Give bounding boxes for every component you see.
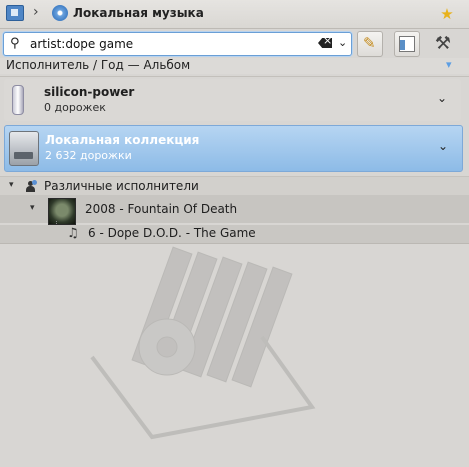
breadcrumb: › Локальная музыка ★ <box>0 0 469 29</box>
album-cover-icon <box>48 198 76 225</box>
chevron-down-icon[interactable]: ⌄ <box>338 36 347 49</box>
collection-panel: silicon-power 0 дорожек ⌄ Локальная колл… <box>0 76 469 440</box>
settings-tools-button[interactable]: ⚒ <box>431 32 455 56</box>
binoculars-icon: ⚲ <box>10 36 20 51</box>
toggle-view-button[interactable] <box>394 31 420 57</box>
star-icon[interactable]: ★ <box>437 4 457 24</box>
search-field[interactable]: ⚲ ⌄ <box>3 32 352 56</box>
collection-local[interactable]: Локальная коллекция 2 632 дорожки ⌄ <box>4 125 463 172</box>
track-label: 6 - Dope D.O.D. - The Game <box>88 226 256 240</box>
collapse-icon[interactable]: ▾ <box>9 180 14 190</box>
collection-name: silicon-power <box>44 85 135 99</box>
chevron-right-icon: › <box>33 4 39 20</box>
chevron-down-icon[interactable]: ▾ <box>446 58 452 71</box>
search-input[interactable] <box>30 35 310 52</box>
panel-icon <box>399 36 415 52</box>
usb-drive-icon <box>12 85 24 115</box>
edit-filters-button[interactable]: ✎ <box>357 31 383 57</box>
home-icon[interactable] <box>6 5 24 21</box>
collection-silicon-power[interactable]: silicon-power 0 дорожек ⌄ <box>4 79 461 121</box>
chevron-down-icon[interactable]: ⌄ <box>437 91 447 105</box>
tree-item-album[interactable]: ▾ 2008 - Fountain Of Death <box>0 195 469 225</box>
grouping-label: Исполнитель / Год — Альбом <box>6 58 191 72</box>
breadcrumb-title[interactable]: Локальная музыка <box>73 6 204 20</box>
chevron-down-icon[interactable]: ⌄ <box>438 139 448 153</box>
tools-icon: ⚒ <box>434 33 452 54</box>
search-toolbar: ⚲ ⌄ ✎ ⚒ <box>0 31 469 58</box>
clear-icon[interactable] <box>318 38 332 48</box>
local-music-icon <box>52 5 68 21</box>
tree-item-track[interactable]: ♫ 6 - Dope D.O.D. - The Game <box>0 225 469 244</box>
artist-icon <box>25 180 37 192</box>
artist-group-label: Различные исполнители <box>44 179 199 193</box>
grouping-levels[interactable]: Исполнитель / Год — Альбом ▾ <box>0 58 469 74</box>
collection-count: 0 дорожек <box>44 101 106 114</box>
collection-name: Локальная коллекция <box>45 133 200 147</box>
pencil-icon: ✎ <box>363 34 376 52</box>
music-note-icon: ♫ <box>67 226 79 241</box>
collection-count: 2 632 дорожки <box>45 149 132 162</box>
collection-watermark-icon <box>90 246 316 440</box>
collapse-icon[interactable]: ▾ <box>30 203 35 213</box>
album-label: 2008 - Fountain Of Death <box>85 202 238 216</box>
hard-drive-icon <box>9 131 39 166</box>
